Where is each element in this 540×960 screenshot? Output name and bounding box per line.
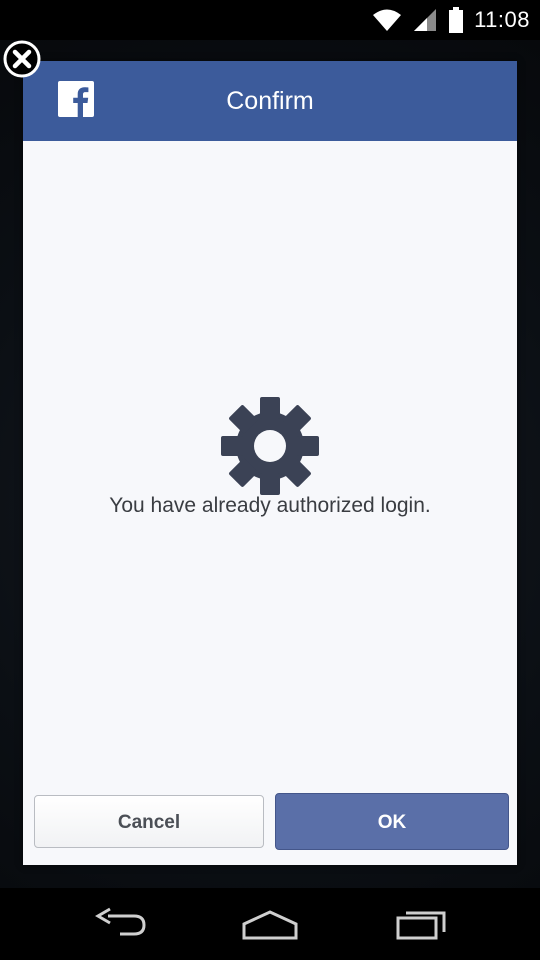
status-icons: 11:08 [372,5,530,35]
back-icon[interactable] [90,906,150,942]
dialog-title: Confirm [226,87,314,115]
home-icon[interactable] [240,906,300,942]
authorized-message: You have already authorized login. [109,494,431,517]
ok-button[interactable]: OK [275,793,509,850]
dialog-header: Confirm [23,61,517,141]
navigation-bar [0,888,540,960]
recents-icon[interactable] [392,906,452,942]
status-time: 11:08 [474,7,530,32]
wifi-icon [373,9,402,31]
gear-icon [221,397,319,495]
close-button[interactable] [3,40,41,78]
signal-icon [414,9,437,31]
cancel-button[interactable]: Cancel [34,795,264,848]
status-bar: 11:08 [0,0,540,40]
battery-icon [449,7,464,33]
facebook-logo-icon [58,81,94,117]
close-icon [3,40,41,78]
